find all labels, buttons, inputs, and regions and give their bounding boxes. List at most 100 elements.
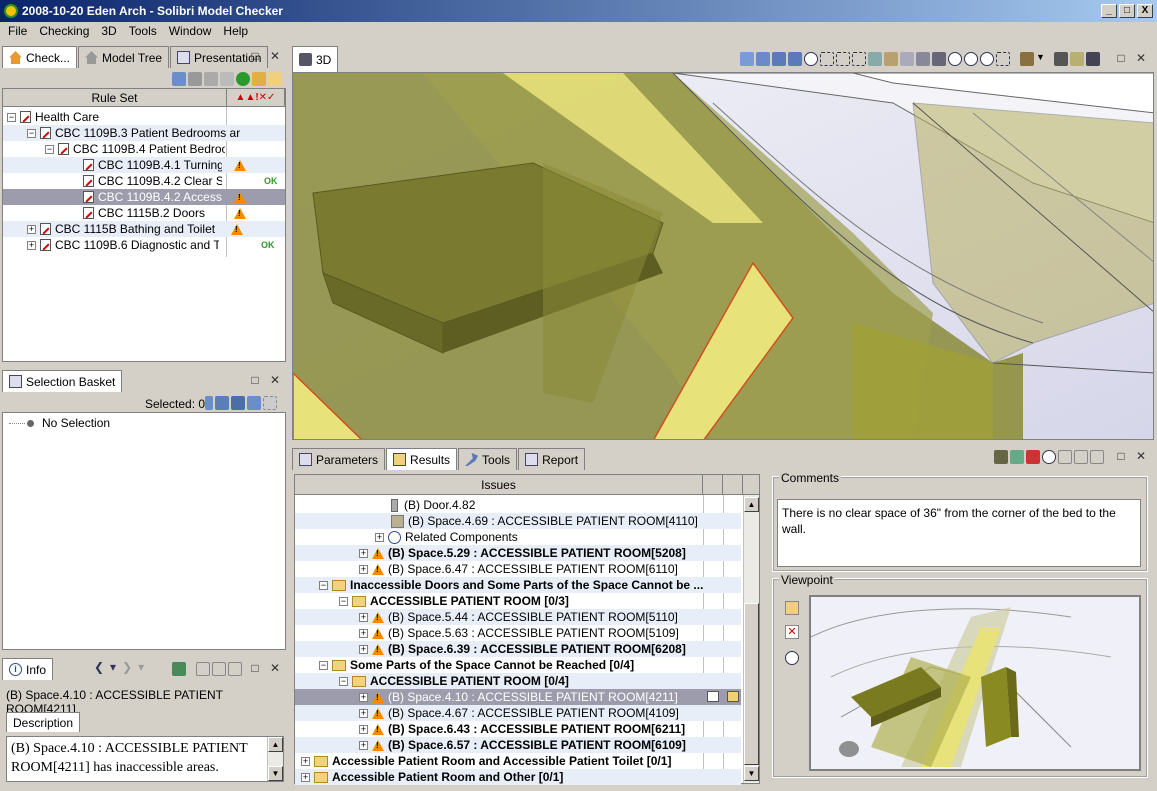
copy-icon[interactable] [247,396,261,410]
menu-checking[interactable]: Checking [33,24,95,38]
section-icon[interactable] [1070,52,1084,66]
model-icon[interactable] [172,662,186,676]
collapse-icon[interactable]: − [45,144,54,154]
expand-icon[interactable]: + [359,548,368,558]
collapse-icon[interactable]: − [339,676,348,686]
select-window-icon[interactable] [836,52,850,66]
layers-icon[interactable] [1054,52,1068,66]
expand-icon[interactable]: + [359,692,368,702]
tree-icon[interactable] [205,396,213,410]
expand-icon[interactable]: + [301,772,310,782]
close-view-icon[interactable]: ✕ [1134,52,1148,64]
close-view-icon[interactable]: ✕ [268,662,282,674]
export-icon[interactable] [268,72,282,86]
expand-icon[interactable]: + [359,564,368,574]
issue-row[interactable]: + Accessible Patient Room and Other [0/1] [295,769,741,785]
tab-tools[interactable]: Tools [458,448,518,470]
viewpoint-column-header[interactable] [723,475,743,494]
issue-row[interactable]: + (B) Space.5.44 : ACCESSIBLE PATIENT ROO… [295,609,741,625]
ruleset-row[interactable]: CBC 1109B.4.2 Accessible [3,189,285,205]
ruleset-row[interactable]: CBC 1109B.4.2 Clear Spac OK [3,173,285,189]
hide-icon[interactable] [932,52,946,66]
issue-row[interactable]: + Related Components [295,529,741,545]
tab-model-tree[interactable]: Model Tree [78,46,170,68]
status-column-header[interactable]: ▲▲!✕✓ [227,89,285,106]
issue-row[interactable]: − Inaccessible Doors and Some Parts of th… [295,577,741,593]
zoom-fit-icon[interactable] [948,52,962,66]
collapse-icon[interactable]: − [339,596,348,606]
ruleset-row[interactable]: − CBC 1109B.3 Patient Bedrooms ar [3,125,285,141]
issue-row[interactable]: + (B) Space.6.57 : ACCESSIBLE PATIENT ROO… [295,737,741,753]
expand-icon[interactable]: + [359,628,368,638]
scroll-up-icon[interactable]: ▲ [744,497,759,512]
transparency-icon[interactable] [916,52,930,66]
tab-3d[interactable]: 3D [292,46,339,72]
maximize-view-icon[interactable]: □ [248,50,262,62]
issue-row[interactable]: − Some Parts of the Space Cannot be Reach… [295,657,741,673]
close-view-icon[interactable]: ✕ [1134,450,1148,462]
viewpoint-thumbnail[interactable] [809,595,1141,771]
list-icon[interactable] [228,662,242,676]
issue-row[interactable]: + (B) Space.6.47 : ACCESSIBLE PATIENT ROO… [295,561,741,577]
issue-row[interactable]: + (B) Space.5.29 : ACCESSIBLE PATIENT ROO… [295,545,741,561]
collapse-icon[interactable]: − [7,112,16,122]
ruleset-row[interactable]: CBC 1115B.2 Doors [3,205,285,221]
viewpoint-icon[interactable] [727,691,739,702]
expand-icon[interactable]: + [375,532,384,542]
menu-3d[interactable]: 3D [95,24,122,38]
issue-row[interactable]: + (B) Space.4.67 : ACCESSIBLE PATIENT ROO… [295,705,741,721]
expand-all-icon[interactable] [196,662,210,676]
open-folder-icon[interactable] [172,72,186,86]
search-icon[interactable] [1042,450,1056,464]
issue-row[interactable]: + (B) Space.4.10 : ACCESSIBLE PATIENT ROO… [295,689,741,705]
expand-icon[interactable]: + [301,756,310,766]
select-cross-icon[interactable] [852,52,866,66]
viewport-3d[interactable] [292,72,1154,440]
collapse-icon[interactable]: − [27,128,36,138]
menu-file[interactable]: File [2,24,33,38]
wireframe-icon[interactable] [900,52,914,66]
comments-text[interactable]: There is no clear space of 36" from the … [777,499,1141,567]
link-icon[interactable] [1086,52,1100,66]
menu-window[interactable]: Window [163,24,218,38]
expand-icon[interactable]: + [27,240,36,250]
close-view-icon[interactable]: ✕ [268,374,282,386]
collapse-icon[interactable]: − [319,660,328,670]
zoom-viewpoint-icon[interactable] [785,651,799,665]
chevron-down-icon[interactable]: ▼ [1036,52,1045,66]
delete-viewpoint-icon[interactable]: ✕ [785,625,799,639]
issue-row[interactable]: (B) Door.4.82 [295,497,741,513]
issue-row[interactable]: − ACCESSIBLE PATIENT ROOM [0/3] [295,593,741,609]
comment-column-header[interactable] [703,475,723,494]
close-view-icon[interactable]: ✕ [268,50,282,62]
expand-icon[interactable]: + [359,644,368,654]
select-box-icon[interactable] [263,396,277,410]
scroll-down-icon[interactable]: ▼ [744,766,759,781]
expand-all-icon[interactable] [1058,450,1072,464]
model-icon[interactable] [1010,450,1024,464]
maximize-view-icon[interactable]: □ [1114,52,1128,64]
orbit-icon[interactable] [756,52,770,66]
ruleset-row[interactable]: − Health Care [7,109,225,125]
delete-icon[interactable] [1026,450,1040,464]
gray-icon[interactable] [220,72,234,86]
stack-icon[interactable] [994,450,1008,464]
maximize-button[interactable]: □ [1119,4,1135,18]
measure-icon[interactable] [868,52,882,66]
tab-description[interactable]: Description [6,712,81,732]
forward-icon[interactable]: ❯▾ [122,660,150,674]
issues-scrollbar[interactable]: ▲ ▼ [743,495,759,783]
tab-info[interactable]: i Info [2,658,54,680]
maximize-view-icon[interactable]: □ [248,374,262,386]
tab-report[interactable]: Report [518,448,586,470]
report-icon[interactable] [252,72,266,86]
filter-icon[interactable] [231,396,245,410]
run-check-icon[interactable] [236,72,250,86]
expand-icon[interactable]: + [359,724,368,734]
issue-row[interactable]: (B) Space.4.69 : ACCESSIBLE PATIENT ROOM… [295,513,741,529]
save-icon[interactable] [188,72,202,86]
fly-icon[interactable] [788,52,802,66]
issue-row[interactable]: + (B) Space.6.43 : ACCESSIBLE PATIENT ROO… [295,721,741,737]
ruleset-row[interactable]: + CBC 1109B.6 Diagnostic and Treat OK [3,237,285,253]
collapse-all-icon[interactable] [1074,450,1088,464]
